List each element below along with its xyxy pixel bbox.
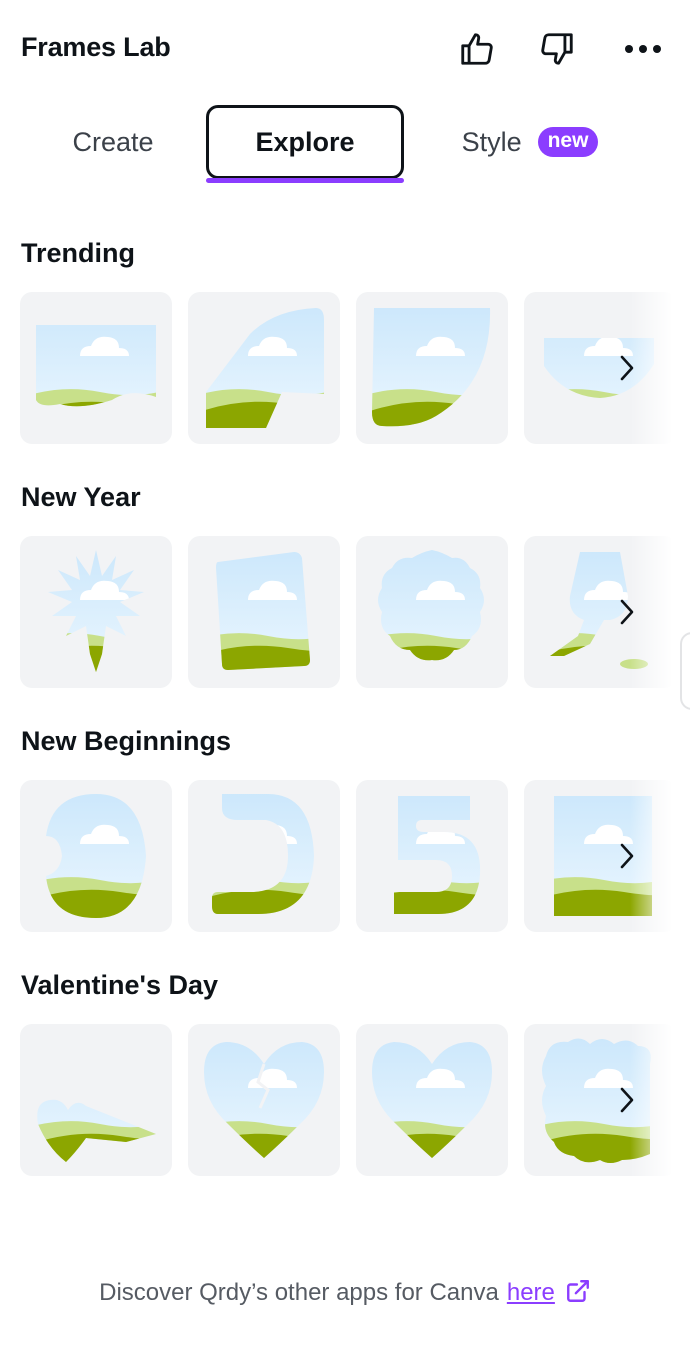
chevron-right-icon	[620, 355, 634, 381]
section-title-new-beginnings: New Beginnings	[21, 726, 232, 756]
frame-tile-number[interactable]	[524, 780, 676, 932]
frame-tile-heart[interactable]	[356, 1024, 508, 1176]
frame-tile-broken-heart[interactable]	[188, 1024, 340, 1176]
frame-tile-number-0[interactable]	[20, 780, 172, 932]
tab-bar: Create Explore Style new	[0, 105, 690, 187]
more-options-button[interactable]	[620, 26, 666, 72]
frame-tile-wavy-circle[interactable]	[356, 536, 508, 688]
section-title-valentines-day: Valentine's Day	[21, 970, 219, 1000]
active-tab-indicator	[206, 178, 404, 183]
scroll-right-button[interactable]	[612, 836, 642, 876]
frame-tile-number-2[interactable]	[188, 780, 340, 932]
scroll-right-button[interactable]	[612, 348, 642, 388]
new-badge: new	[537, 127, 599, 157]
frame-tile-leaf[interactable]	[356, 292, 508, 444]
thumbs-up-button[interactable]	[454, 26, 500, 72]
scroll-right-button[interactable]	[612, 592, 642, 632]
tab-explore-label: Explore	[255, 126, 355, 157]
frame-tile-number-5[interactable]	[356, 780, 508, 932]
chevron-right-icon	[620, 1087, 634, 1113]
side-panel-handle[interactable]	[680, 632, 690, 710]
tab-create-label: Create	[72, 126, 154, 157]
app-title: Frames Lab	[21, 32, 171, 62]
scroll-right-button[interactable]	[612, 1080, 642, 1120]
frame-tile-curved-wedge[interactable]	[188, 292, 340, 444]
frame-tile-heart-arrow[interactable]	[20, 1024, 172, 1176]
footer-text: Discover Qrdy’s other apps for Canva	[99, 1279, 499, 1306]
tab-style[interactable]: Style new	[430, 105, 630, 179]
thumbs-up-icon	[461, 33, 493, 65]
tab-style-label: Style	[461, 126, 522, 157]
frame-row-new-year	[20, 536, 680, 688]
frame-tile-champagne-glasses[interactable]	[524, 536, 676, 688]
frame-tile-banner[interactable]	[20, 292, 172, 444]
section-title-new-year: New Year	[21, 482, 141, 512]
frame-tile-wave[interactable]	[524, 292, 676, 444]
chevron-right-icon	[620, 843, 634, 869]
frame-tile-firework[interactable]	[20, 536, 172, 688]
section-title-trending: Trending	[21, 238, 135, 268]
tab-create[interactable]: Create	[40, 105, 186, 179]
external-link-icon[interactable]	[565, 1278, 591, 1311]
frame-tile-lace-heart[interactable]	[524, 1024, 676, 1176]
footer: Discover Qrdy’s other apps for Canva here	[0, 1278, 690, 1311]
tab-explore[interactable]: Explore	[206, 105, 404, 179]
more-dots-icon	[625, 45, 661, 53]
thumbs-down-icon	[541, 33, 573, 65]
frame-tile-tilted-card[interactable]	[188, 536, 340, 688]
frame-row-valentines-day	[20, 1024, 680, 1176]
chevron-right-icon	[620, 599, 634, 625]
thumbs-down-button[interactable]	[534, 26, 580, 72]
footer-link[interactable]: here	[507, 1279, 555, 1306]
frame-row-trending	[20, 292, 680, 444]
frame-row-new-beginnings	[20, 780, 680, 932]
